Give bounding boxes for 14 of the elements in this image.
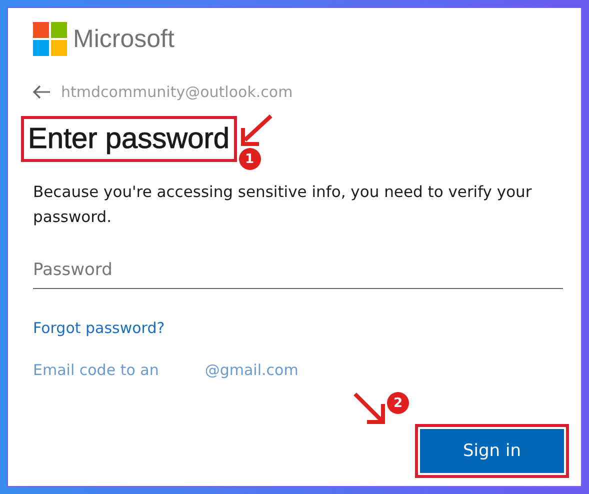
step-badge: 2 (387, 392, 409, 414)
email-code-link[interactable]: Email code to an (33, 361, 159, 379)
logo-icon (33, 22, 67, 56)
pointer-arrow-icon (238, 114, 272, 148)
back-arrow-icon[interactable] (33, 85, 51, 99)
step-badge: 1 (238, 148, 260, 170)
pointer-arrow-icon (353, 392, 387, 426)
email-address: @gmail.com (204, 361, 298, 379)
brand-name: Microsoft (73, 24, 174, 54)
forgot-password-link[interactable]: Forgot password? (33, 319, 563, 337)
sign-in-button[interactable]: Sign in (420, 429, 564, 473)
description-text: Because you're accessing sensitive info, you need to verify your password. (33, 182, 533, 228)
page-heading: Enter password (28, 122, 230, 157)
account-email: htmdcommunity@outlook.com (61, 83, 293, 101)
